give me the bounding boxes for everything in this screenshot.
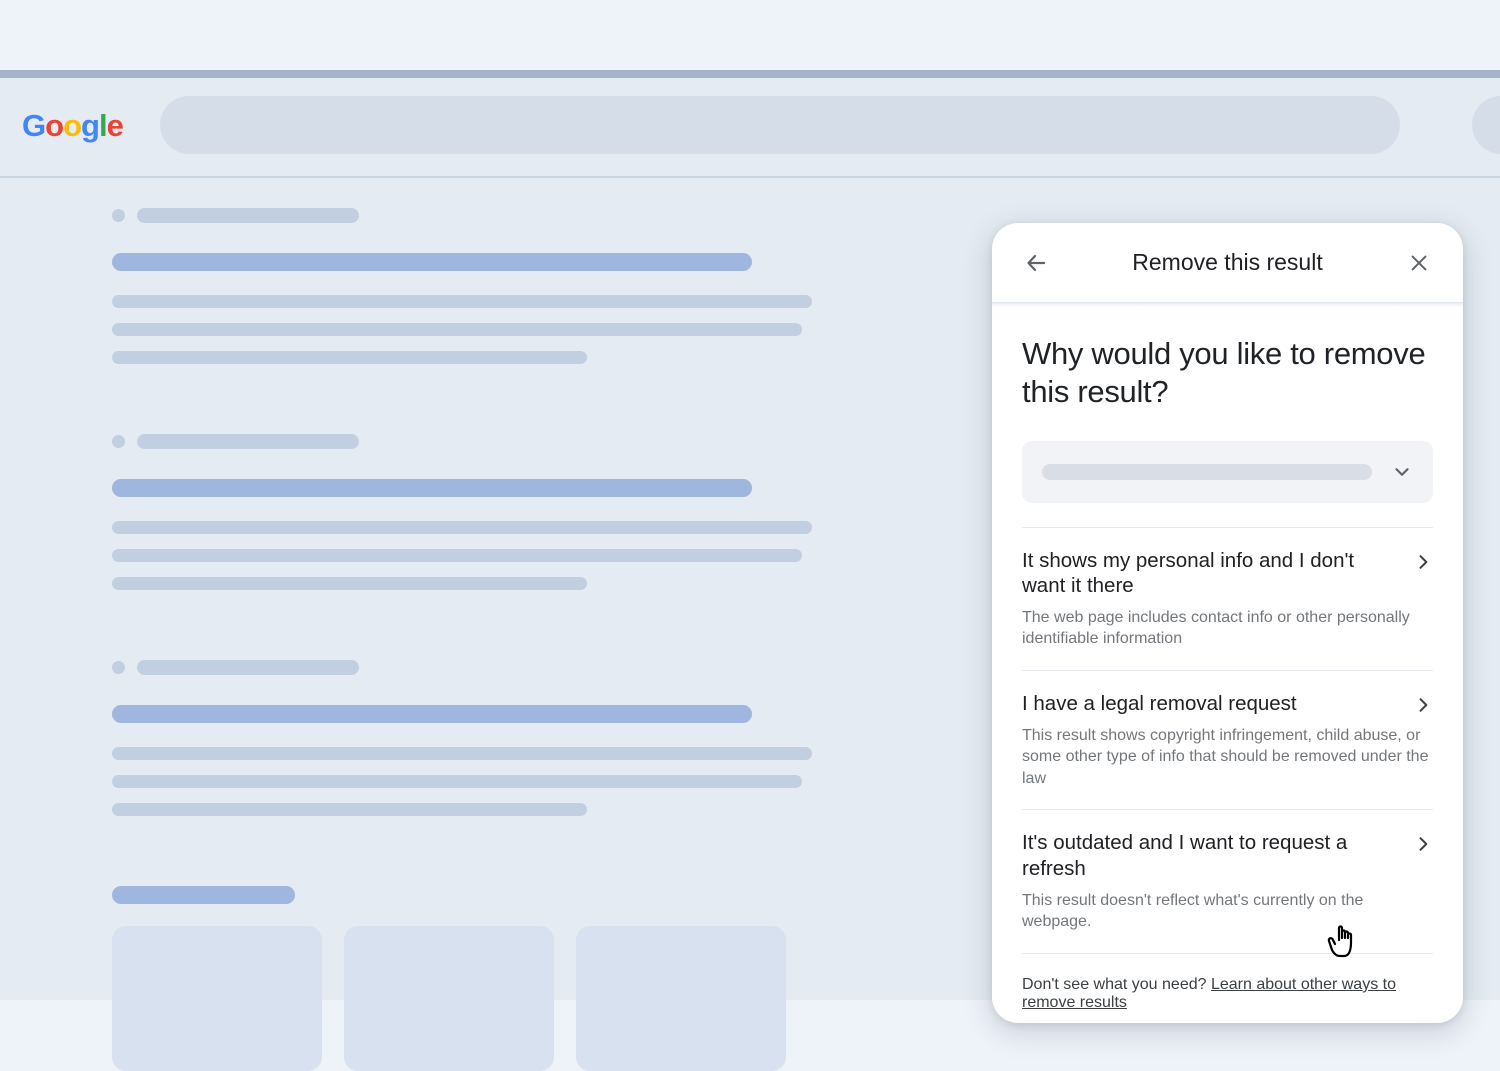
text-skeleton [112,351,587,364]
title-skeleton [112,705,752,723]
chevron-right-icon [1413,552,1433,572]
back-button[interactable] [1016,243,1056,283]
panel-question: Why would you like to remove this result… [1022,335,1433,411]
text-skeleton [112,295,812,308]
option-title: I have a legal removal request [1022,691,1433,717]
breadcrumb-skeleton [137,434,359,449]
option-desc: The web page includes contact info or ot… [1022,607,1433,650]
logo-letter: o [45,108,63,144]
favicon-skeleton [112,661,125,674]
related-title-skeleton [112,886,295,904]
panel-body: Why would you like to remove this result… [992,303,1463,1012]
account-button[interactable] [1472,96,1500,154]
chevron-down-icon [1391,461,1413,483]
breadcrumb-skeleton [137,208,359,223]
logo-letter: l [99,108,107,144]
reason-dropdown[interactable] [1022,441,1433,503]
related-card-skeleton [112,926,322,1071]
result-skeleton [112,660,842,816]
result-skeleton [112,434,842,590]
favicon-skeleton [112,209,125,222]
logo-letter: o [63,108,81,144]
logo-letter: e [107,108,123,144]
favicon-skeleton [112,435,125,448]
browser-chrome-bar [0,70,1500,78]
remove-result-panel: Remove this result Why would you like to… [992,223,1463,1023]
dropdown-placeholder-skeleton [1042,464,1372,480]
search-results-skeleton [112,208,842,1071]
result-skeleton [112,208,842,364]
text-skeleton [112,521,812,534]
arrow-left-icon [1024,251,1048,275]
text-skeleton [112,323,802,336]
search-header: Google [0,78,1500,178]
close-icon [1408,252,1430,274]
option-title: It shows my personal info and I don't wa… [1022,548,1433,599]
related-card-skeleton [576,926,786,1071]
chevron-right-icon [1413,834,1433,854]
footer-prompt: Don't see what you need? [1022,976,1211,993]
title-skeleton [112,253,752,271]
option-outdated[interactable]: It's outdated and I want to request a re… [1022,809,1433,952]
option-desc: This result shows copyright infringement… [1022,725,1433,790]
logo-letter: G [22,108,45,144]
title-skeleton [112,479,752,497]
text-skeleton [112,549,802,562]
option-desc: This result doesn't reflect what's curre… [1022,890,1433,933]
breadcrumb-skeleton [137,660,359,675]
option-title: It's outdated and I want to request a re… [1022,830,1433,881]
search-input[interactable] [160,96,1400,154]
related-card-skeleton [344,926,554,1071]
close-button[interactable] [1399,243,1439,283]
text-skeleton [112,747,812,760]
related-skeleton [112,886,842,1071]
option-legal-request[interactable]: I have a legal removal request This resu… [1022,670,1433,809]
panel-footer: Don't see what you need? Learn about oth… [1022,953,1433,1012]
text-skeleton [112,775,802,788]
viewport-frame: Google [0,0,1500,1000]
panel-title: Remove this result [1132,249,1322,276]
logo-letter: g [81,108,99,144]
chevron-right-icon [1413,695,1433,715]
option-personal-info[interactable]: It shows my personal info and I don't wa… [1022,527,1433,670]
text-skeleton [112,577,587,590]
text-skeleton [112,803,587,816]
panel-header: Remove this result [992,223,1463,303]
search-page: Google [0,78,1500,1000]
google-logo[interactable]: Google [22,108,123,144]
